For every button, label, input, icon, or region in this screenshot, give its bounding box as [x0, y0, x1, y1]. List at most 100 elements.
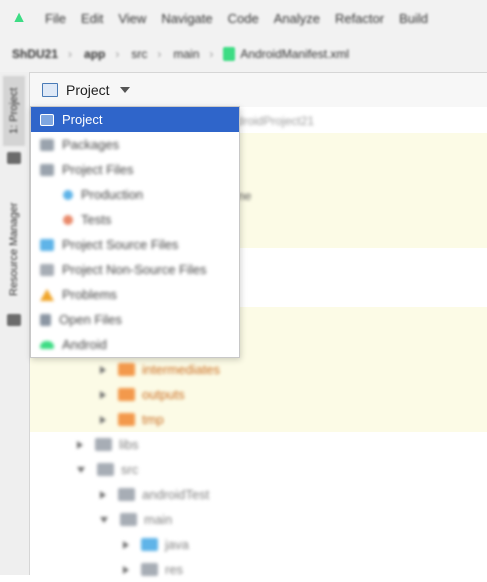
tree-row-label: src	[121, 462, 139, 477]
tree-row-label: main	[144, 512, 173, 527]
tree-row[interactable]: src	[77, 457, 138, 482]
packages-icon	[40, 138, 54, 151]
breadcrumb-file[interactable]: AndroidManifest.xml	[240, 47, 349, 61]
menu-refactor[interactable]: Refactor	[335, 11, 384, 26]
menu-navigate[interactable]: Navigate	[161, 11, 212, 26]
dropdown-item-label: Project	[62, 112, 103, 127]
tree-row[interactable]: tmp	[100, 407, 164, 432]
open-files-icon	[40, 313, 51, 326]
expand-arrow-icon[interactable]	[100, 390, 106, 399]
menu-view[interactable]: View	[118, 11, 146, 26]
dropdown-item-tests[interactable]: Tests	[31, 207, 239, 232]
folder-icon	[141, 563, 158, 576]
expand-arrow-icon[interactable]	[123, 565, 129, 574]
dropdown-item-project-non-source-files[interactable]: Project Non-Source Files	[31, 257, 239, 282]
breadcrumb-separator: ›	[209, 47, 214, 61]
tree-row-label: intermediates	[142, 362, 221, 377]
dropdown-item-label: Problems	[62, 287, 117, 302]
project-icon	[42, 83, 58, 97]
dropdown-item-label: Project Files	[62, 162, 134, 177]
tool-window-strip: 1: Project Resource Manager	[0, 72, 30, 575]
dropdown-item-android[interactable]: Android	[31, 332, 239, 357]
menu-build[interactable]: Build	[399, 11, 428, 26]
dropdown-item-problems[interactable]: Problems	[31, 282, 239, 307]
tests-icon	[63, 214, 73, 225]
folder-icon	[118, 413, 135, 426]
resource-manager-tab[interactable]: Resource Manager	[3, 192, 25, 307]
dropdown-item-production[interactable]: Production	[31, 182, 239, 207]
collapse-arrow-icon[interactable]	[100, 516, 108, 523]
project-icon	[40, 113, 54, 126]
tree-row[interactable]: libs	[77, 432, 139, 457]
folder-icon	[95, 438, 112, 451]
project-tool-tab[interactable]: 1: Project	[3, 76, 25, 146]
breadcrumb-main[interactable]: main	[173, 47, 199, 61]
project-path-hint: ndroidProject21	[230, 114, 315, 128]
expand-arrow-icon[interactable]	[123, 540, 129, 549]
breadcrumb-src[interactable]: src	[131, 47, 147, 61]
tree-row[interactable]: main	[100, 507, 172, 532]
menu-code[interactable]: Code	[228, 11, 259, 26]
dropdown-item-label: Packages	[62, 137, 120, 152]
dropdown-item-project[interactable]: Project	[31, 107, 239, 132]
breadcrumb: ShDU21 › app › src › main › AndroidManif…	[0, 36, 487, 73]
folder-icon	[118, 388, 135, 401]
non-source-files-icon	[40, 263, 54, 276]
expand-arrow-icon[interactable]	[100, 415, 106, 424]
breadcrumb-module[interactable]: app	[84, 47, 105, 61]
dropdown-item-label: Open Files	[59, 312, 122, 327]
folder-icon	[141, 538, 158, 551]
folder-icon	[7, 152, 21, 164]
dropdown-item-project-files[interactable]: Project Files	[31, 157, 239, 182]
breadcrumb-project[interactable]: ShDU21	[12, 47, 58, 61]
manifest-file-icon	[223, 47, 236, 61]
menu-bar: ▲ File Edit View Navigate Code Analyze R…	[0, 0, 487, 36]
tree-row[interactable]: java	[123, 532, 189, 557]
tree-partial-label: ne	[238, 189, 252, 203]
tree-row-label: java	[165, 537, 189, 552]
menu-edit[interactable]: Edit	[81, 11, 103, 26]
dropdown-item-packages[interactable]: Packages	[31, 132, 239, 157]
dropdown-item-label: Project Source Files	[62, 237, 179, 252]
project-files-icon	[40, 163, 54, 176]
tree-row-label: outputs	[142, 387, 185, 402]
tree-row-label: libs	[119, 437, 139, 452]
android-studio-logo-icon: ▲	[11, 9, 27, 26]
tree-row-label: tmp	[142, 412, 164, 427]
menu-file[interactable]: File	[45, 11, 66, 26]
chevron-down-icon[interactable]	[119, 87, 130, 93]
folder-icon	[118, 363, 135, 376]
project-view-dropdown: Project Packages Project Files Productio…	[30, 106, 240, 358]
tree-row[interactable]: androidTest	[100, 482, 209, 507]
tree-row[interactable]: res	[123, 557, 183, 582]
expand-arrow-icon[interactable]	[100, 365, 106, 374]
project-tool-tab-label: 1: Project	[8, 87, 20, 135]
resource-manager-tab-label: Resource Manager	[8, 202, 20, 297]
folder-icon	[97, 463, 114, 476]
project-view-header[interactable]: Project	[30, 73, 487, 107]
dropdown-item-open-files[interactable]: Open Files	[31, 307, 239, 332]
dropdown-item-label: Tests	[81, 212, 112, 227]
folder-icon	[120, 513, 137, 526]
dropdown-item-label: Android	[62, 337, 107, 352]
collapse-arrow-icon[interactable]	[77, 466, 85, 473]
source-files-icon	[40, 238, 54, 251]
dropdown-item-project-source-files[interactable]: Project Source Files	[31, 232, 239, 257]
breadcrumb-separator: ›	[157, 47, 162, 61]
dropdown-item-label: Production	[81, 187, 144, 202]
warning-icon	[40, 288, 54, 301]
breadcrumb-separator: ›	[68, 47, 73, 61]
expand-arrow-icon[interactable]	[100, 490, 106, 499]
tree-row[interactable]: intermediates	[100, 357, 220, 382]
tree-row-label: androidTest	[142, 487, 210, 502]
folder-icon	[118, 488, 135, 501]
resource-manager-icon	[7, 314, 21, 326]
menu-analyze[interactable]: Analyze	[274, 11, 320, 26]
breadcrumb-separator: ›	[115, 47, 120, 61]
production-icon	[63, 189, 73, 200]
project-view-selector[interactable]: Project	[66, 82, 110, 98]
tree-row[interactable]: outputs	[100, 382, 185, 407]
expand-arrow-icon[interactable]	[77, 440, 83, 449]
android-icon	[40, 340, 54, 349]
dropdown-item-label: Project Non-Source Files	[62, 262, 207, 277]
